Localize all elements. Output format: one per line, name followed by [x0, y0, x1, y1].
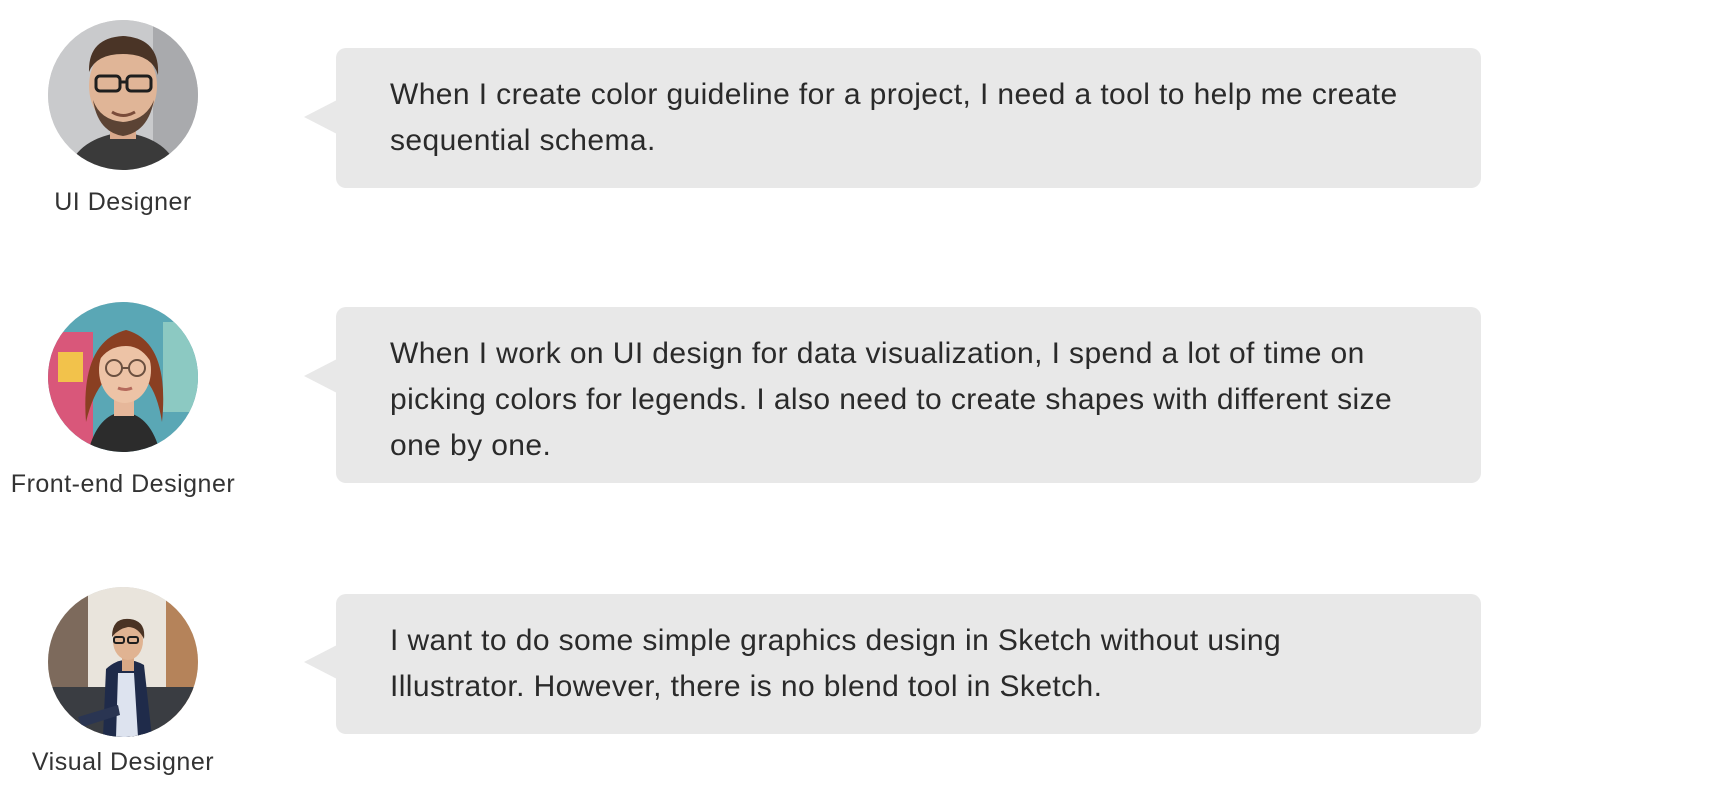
quote-bubble: I want to do some simple graphics design… — [336, 594, 1481, 734]
persona-label: UI Designer — [54, 188, 192, 216]
quote-bubble: When I work on UI design for data visual… — [336, 307, 1481, 483]
quote-bubble: When I create color guideline for a proj… — [336, 48, 1481, 188]
quote-text: I want to do some simple graphics design… — [390, 624, 1282, 703]
avatar-visual-designer — [48, 587, 198, 737]
quote-text: When I work on UI design for data visual… — [390, 337, 1393, 462]
persona-label: Front-end Designer — [10, 470, 236, 498]
speech-bubble-tail — [304, 645, 337, 679]
seated-man-portrait-icon — [48, 587, 198, 737]
speech-bubble-tail — [304, 100, 337, 134]
avatar-front-end-designer — [48, 302, 198, 452]
avatar-ui-designer — [48, 20, 198, 170]
woman-with-glasses-portrait-icon — [48, 302, 198, 452]
man-with-glasses-portrait-icon — [48, 20, 198, 170]
persona-label: Visual Designer — [31, 748, 215, 776]
speech-bubble-tail — [304, 359, 337, 393]
quote-text: When I create color guideline for a proj… — [390, 78, 1398, 157]
